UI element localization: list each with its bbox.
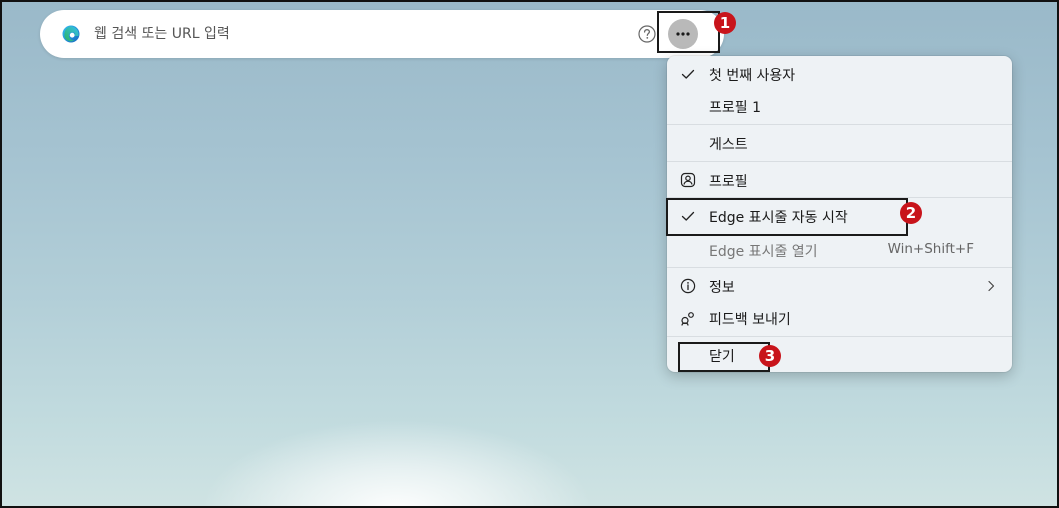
- menu-item-label: 닫기: [709, 349, 735, 365]
- more-button[interactable]: [668, 19, 698, 49]
- info-icon: [680, 278, 696, 294]
- profile-badge-icon: [680, 172, 696, 188]
- menu-item-label: 첫 번째 사용자: [709, 68, 796, 84]
- menu-item-label: 프로필: [709, 174, 748, 190]
- menu-item-profile-1[interactable]: 프로필 1: [667, 90, 1012, 122]
- step-badge-2: 2: [900, 202, 922, 224]
- search-bar: [40, 10, 724, 58]
- menu-item-open-bar: Edge 표시줄 열기 Win+Shift+F: [667, 234, 1012, 266]
- menu-separator: [667, 161, 1012, 162]
- menu-item-guest[interactable]: 게스트: [667, 127, 1012, 159]
- step-badge-1: 1: [714, 12, 736, 34]
- context-menu: 첫 번째 사용자 프로필 1 게스트 프로필 Edge 표시줄 자동 시작 Ed…: [667, 56, 1012, 372]
- menu-separator: [667, 267, 1012, 268]
- menu-item-info[interactable]: 정보: [667, 270, 1012, 302]
- checkmark-icon: [681, 211, 695, 221]
- menu-item-label: 정보: [709, 280, 735, 296]
- search-input[interactable]: [94, 22, 614, 46]
- menu-item-close[interactable]: 닫기: [667, 339, 1012, 371]
- feedback-icon: [681, 312, 694, 326]
- chevron-right-icon: [988, 280, 995, 292]
- menu-separator: [667, 336, 1012, 337]
- menu-item-label: 프로필 1: [709, 100, 761, 116]
- menu-item-startup-boost[interactable]: Edge 표시줄 자동 시작: [667, 200, 1012, 232]
- menu-item-shortcut: Win+Shift+F: [887, 241, 974, 257]
- question-mark-icon[interactable]: [638, 25, 656, 43]
- menu-item-first-user[interactable]: 첫 번째 사용자: [667, 58, 1012, 90]
- menu-separator: [667, 124, 1012, 125]
- more-dots-icon: [676, 32, 690, 36]
- menu-item-profile[interactable]: 프로필: [667, 164, 1012, 196]
- menu-item-label: Edge 표시줄 자동 시작: [709, 210, 848, 226]
- menu-separator: [667, 197, 1012, 198]
- step-badge-3: 3: [759, 345, 781, 367]
- checkmark-icon: [681, 69, 695, 79]
- menu-item-label: 게스트: [709, 137, 748, 153]
- menu-item-feedback[interactable]: 피드백 보내기: [667, 302, 1012, 334]
- menu-item-label: 피드백 보내기: [709, 312, 791, 328]
- edge-logo-icon: [62, 25, 80, 43]
- menu-item-label: Edge 표시줄 열기: [709, 244, 818, 260]
- screenshot-frame: 1 첫 번째 사용자 프로필 1 게스트 프로필: [0, 0, 1059, 508]
